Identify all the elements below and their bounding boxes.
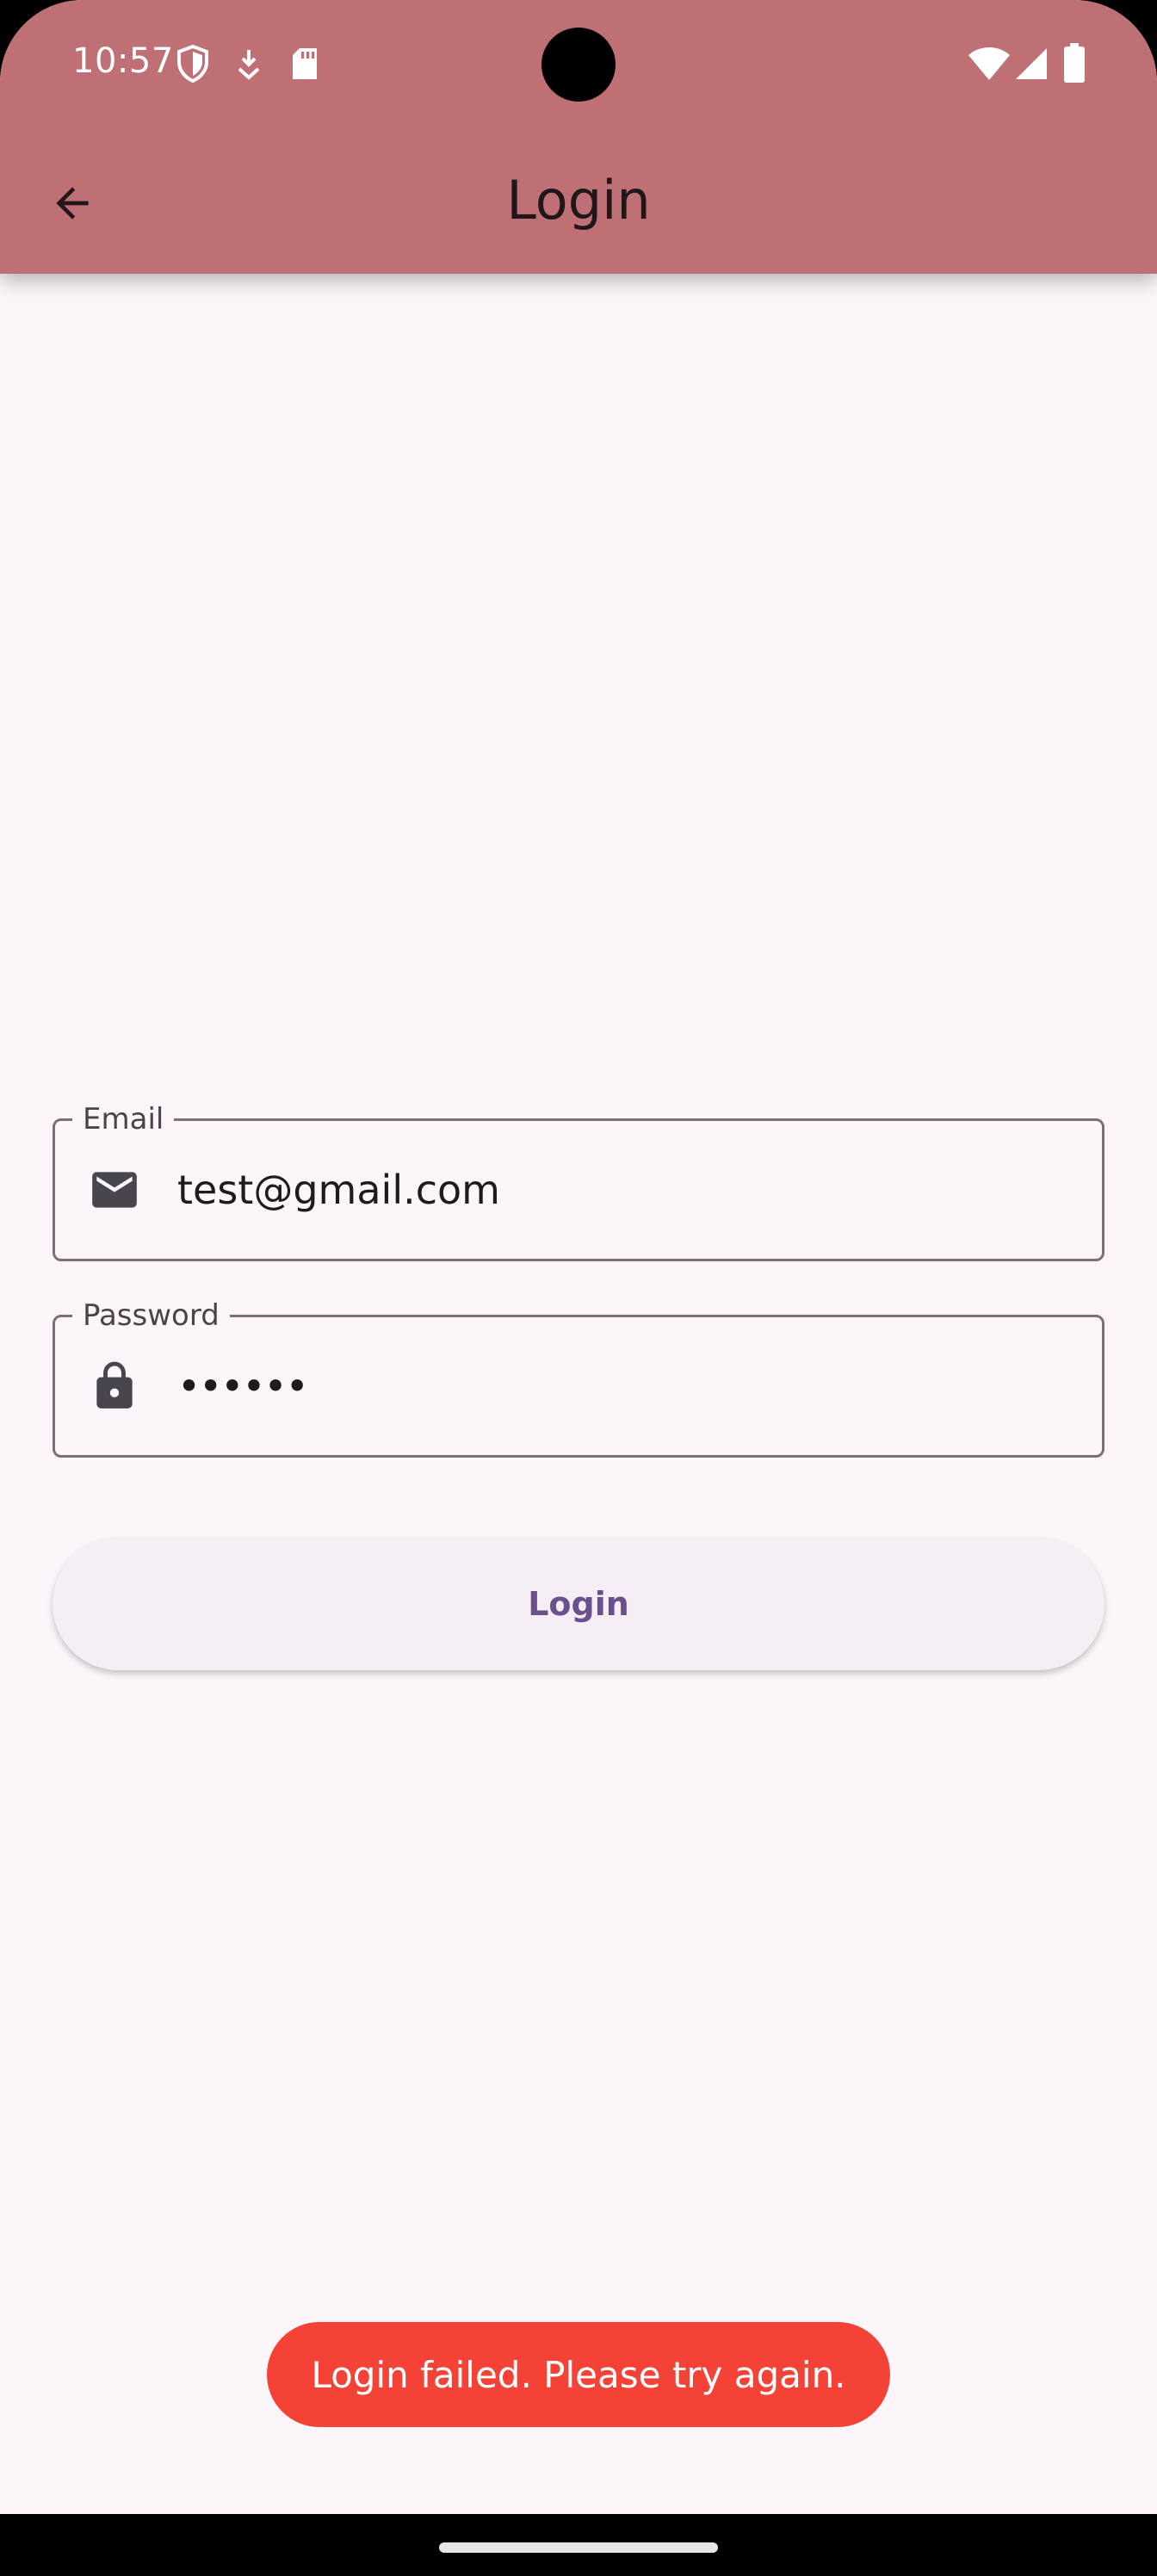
- status-bar: 10:57: [0, 0, 1157, 129]
- password-label: Password: [72, 1297, 230, 1334]
- app-bar: 10:57 Login: [0, 0, 1157, 274]
- email-label: Email: [72, 1100, 175, 1138]
- mail-icon: [88, 1163, 141, 1217]
- signal-icon: [1014, 46, 1049, 84]
- error-toast: Login failed. Please try again.: [267, 2322, 890, 2427]
- screen: 10:57 Login Email test@gmail.com Passwor…: [0, 0, 1157, 2514]
- battery-icon: [1064, 43, 1085, 83]
- lock-icon: [88, 1359, 141, 1413]
- email-input[interactable]: [177, 1167, 1073, 1213]
- password-input[interactable]: ••••••: [177, 1363, 1073, 1409]
- page-title: Login: [506, 169, 651, 232]
- gesture-nav-handle[interactable]: [439, 2542, 718, 2553]
- shield-icon: [176, 44, 210, 84]
- download-icon: [236, 45, 262, 83]
- front-camera: [541, 28, 616, 102]
- password-field[interactable]: Password ••••••: [53, 1297, 1104, 1458]
- status-time: 10:57: [72, 41, 174, 81]
- sd-card-icon: [289, 45, 320, 83]
- login-button[interactable]: Login: [53, 1538, 1104, 1670]
- email-field[interactable]: Email: [53, 1100, 1104, 1261]
- wifi-icon: [968, 46, 1011, 84]
